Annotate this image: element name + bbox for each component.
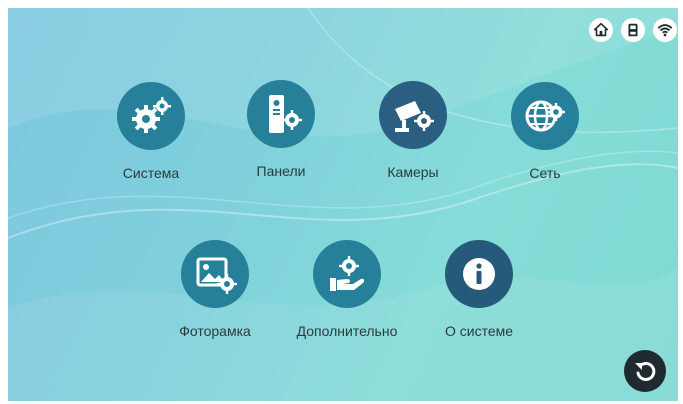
back-arrow-icon [635,361,656,381]
panels-circle [247,80,315,148]
home-status-icon [589,18,613,42]
info-icon [463,258,495,290]
menu-item-system[interactable]: Система [86,82,216,181]
wifi-status-icon [653,18,677,42]
menu-item-label: О системе [444,323,514,339]
home-screen: Система Панели Камеры Сеть Фоторамка Доп… [8,8,678,401]
menu-item-cameras[interactable]: Камеры [348,81,478,180]
menu-item-label: Система [122,165,180,181]
camera-gear-icon [395,101,434,132]
door-panel-icon [269,95,302,133]
home-icon [593,22,609,37]
background-waves [8,8,678,401]
gears-icon [132,97,171,133]
menu-item-label: Фоторамка [179,323,251,339]
menu-item-network[interactable]: Сеть [480,82,610,181]
cameras-circle [379,81,447,149]
menu-item-about[interactable]: О системе [414,240,544,339]
about-circle [445,240,513,308]
system-circle [117,82,185,150]
menu-item-label: Сеть [529,165,561,181]
photo-frame-circle [181,240,249,308]
additional-circle [313,240,381,308]
wifi-icon [657,24,673,37]
globe-gear-icon [525,100,565,132]
hand-gear-icon [330,256,365,291]
sd-card-status-icon [621,18,645,42]
menu-item-label: Дополнительно [296,323,398,339]
menu-item-label: Камеры [387,164,439,180]
menu-item-photo-frame[interactable]: Фоторамка [150,240,280,339]
network-circle [511,82,579,150]
menu-item-additional[interactable]: Дополнительно [282,240,412,339]
sd-card-icon [628,23,638,37]
back-button[interactable] [624,350,666,392]
photo-frame-icon [196,257,237,294]
menu-item-label: Панели [256,163,306,179]
menu-item-panels[interactable]: Панели [216,80,346,179]
